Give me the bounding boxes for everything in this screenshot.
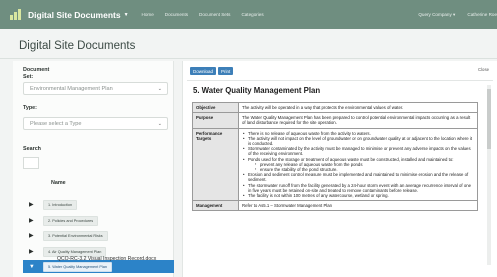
page-title: Digital Site Documents xyxy=(19,40,136,52)
nav-documents[interactable]: Documents xyxy=(165,12,188,17)
chevron-down-icon: ⌄ xyxy=(157,86,162,92)
table-row: Purpose The Water Quality Management Pla… xyxy=(192,112,478,129)
expand-arrow-icon[interactable]: ▶ xyxy=(29,233,39,239)
navbar-right: Query Company ▾ Catherine Roe xyxy=(418,12,497,18)
tree-item-label[interactable]: 4. Air Quality Management Plan xyxy=(43,246,107,257)
table-cell-label: Management xyxy=(192,200,239,212)
type-label: Type: xyxy=(23,105,37,111)
nav-home[interactable]: Home xyxy=(142,12,154,17)
tree-item-label[interactable]: 3. Potential Environmental Risks xyxy=(43,230,108,241)
table-cell-label: Purpose xyxy=(192,112,239,129)
table-cell-text: The Water Quality Management Plan has be… xyxy=(238,112,478,129)
list-item: Stormwater contaminated by the activity … xyxy=(242,146,474,156)
scrollbar[interactable] xyxy=(487,85,491,265)
nav-categories[interactable]: Categories xyxy=(241,12,263,17)
document-set-label: Document Set: xyxy=(23,67,50,80)
tree-child-document[interactable]: QCO-RC-3.2 Visual Inspection Record.docx xyxy=(57,256,156,262)
list-item: The stormwater runoff from the facility … xyxy=(242,183,474,193)
document-set-select[interactable]: Environmental Management Plan ⌄ xyxy=(23,82,168,95)
table-cell-label: Performance Targets xyxy=(192,127,239,202)
table-row: Objective The activity will be operated … xyxy=(192,101,478,114)
document-set-value: Environmental Management Plan xyxy=(30,85,113,92)
divider xyxy=(0,58,497,59)
list-item: The facility is not within 100 metres of… xyxy=(242,193,474,198)
search-input[interactable] xyxy=(23,157,39,169)
table-cell-list: There is no release of aqueous waste fro… xyxy=(238,127,478,202)
bar-chart-logo-icon xyxy=(10,9,22,20)
user-menu[interactable]: Catherine Roe xyxy=(467,12,497,17)
list-item: Ponds used for the storage or treatment … xyxy=(242,157,474,173)
type-select[interactable]: Please select a Type ⌄ xyxy=(23,117,168,130)
table-cell-text: Refer to As5.1 – Stormwater Management P… xyxy=(238,200,478,212)
table-row: Performance Targets There is no release … xyxy=(192,127,478,202)
expand-arrow-icon[interactable]: ▶ xyxy=(29,202,39,208)
sidebar: Document Set: Environmental Management P… xyxy=(13,61,174,277)
tree-header: Name xyxy=(51,180,66,186)
tree-item-label[interactable]: 1. Introduction xyxy=(43,199,78,210)
top-navbar: Digital Site Documents ▼ Home Documents … xyxy=(0,0,497,29)
tree-item-risks[interactable]: ▶ 3. Potential Environmental Risks xyxy=(23,229,174,242)
scroll-thumb[interactable] xyxy=(487,89,491,149)
tree-item-label[interactable]: 2. Policies and Procedures xyxy=(43,215,99,226)
download-button[interactable]: Download xyxy=(190,67,217,75)
tree-item-policies[interactable]: ▶ 2. Policies and Procedures xyxy=(23,214,174,227)
chevron-down-icon: ⌄ xyxy=(157,121,162,127)
type-placeholder: Please select a Type xyxy=(30,120,82,127)
list-item: Erosion and sediment control measure mus… xyxy=(242,172,474,182)
document-table: Objective The activity will be operated … xyxy=(192,101,478,212)
collapse-arrow-icon[interactable]: ▼ xyxy=(29,264,39,270)
tree-item-label[interactable]: 5. Water Quality Management Plan xyxy=(43,261,112,272)
print-button[interactable]: Print xyxy=(218,67,234,75)
brand-dropdown-icon[interactable]: ▼ xyxy=(124,12,129,18)
brand-title[interactable]: Digital Site Documents xyxy=(28,10,121,20)
document-title: 5. Water Quality Management Plan xyxy=(193,86,321,95)
document-viewer: Download Print Close 5. Water Quality Ma… xyxy=(182,61,497,277)
expand-arrow-icon[interactable]: ▶ xyxy=(29,218,39,224)
table-row: Management Refer to As5.1 – Stormwater M… xyxy=(192,200,478,212)
search-label: Search xyxy=(23,146,41,152)
divider xyxy=(187,80,493,81)
tree-item-introduction[interactable]: ▶ 1. Introduction xyxy=(23,198,174,211)
table-cell-label: Objective xyxy=(192,101,239,114)
nav-document-sets[interactable]: Document Sets xyxy=(199,12,230,17)
close-button[interactable]: Close xyxy=(478,67,489,72)
expand-arrow-icon[interactable]: ▶ xyxy=(29,249,39,255)
list-item: The activity will not impact on the leve… xyxy=(242,136,474,146)
table-cell-text: The activity will be operated in a way t… xyxy=(238,101,478,114)
company-menu[interactable]: Query Company ▾ xyxy=(418,12,455,18)
